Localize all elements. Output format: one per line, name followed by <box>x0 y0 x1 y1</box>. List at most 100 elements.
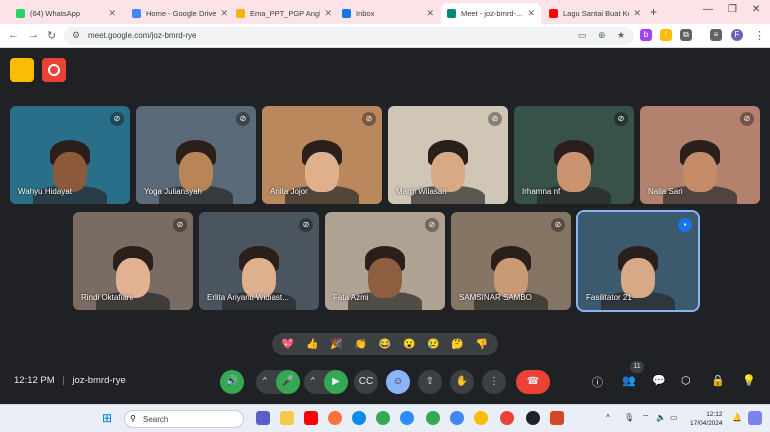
close-icon[interactable]: ✕ <box>633 8 641 19</box>
maximize-icon[interactable]: ❐ <box>728 4 737 15</box>
people-icon[interactable]: 👥 <box>622 374 636 387</box>
close-window-icon[interactable]: ✕ <box>752 4 760 15</box>
copilot-icon[interactable] <box>748 411 762 425</box>
taskbar-clock[interactable]: 12:12 17/04/2024 <box>690 410 723 428</box>
extensions-puzzle-icon[interactable]: ⧉ <box>680 29 692 41</box>
mail-icon <box>342 9 351 18</box>
participant-face <box>621 258 655 298</box>
reaction-sad[interactable]: 😢 <box>427 339 439 350</box>
chrome-profile-icon[interactable] <box>450 411 464 425</box>
tab-title: Lagu Santai Buat Ke... <box>563 9 629 18</box>
chat-icon[interactable]: 💬 <box>652 374 666 387</box>
participant-tile[interactable]: Anita Jojor ⊘ <box>262 106 382 204</box>
reaction-thinking[interactable]: 🤔 <box>451 339 463 350</box>
powerpoint-icon[interactable] <box>550 411 564 425</box>
windows-start-icon[interactable]: ⊞ <box>102 411 112 425</box>
participant-tile[interactable]: Fasilitator 21 ▪ <box>576 210 700 312</box>
captions-button[interactable]: CC <box>354 370 378 394</box>
close-icon[interactable]: ✕ <box>324 8 332 19</box>
chevron-up-icon[interactable]: ^ <box>263 376 267 385</box>
chevron-up-icon[interactable]: ^ <box>311 376 315 385</box>
activities-icon[interactable]: ⬡ <box>681 374 691 387</box>
notification-bell-icon[interactable]: 🔔 <box>732 413 742 422</box>
reaction-surprised[interactable]: 😮 <box>403 339 415 350</box>
battery-icon[interactable]: ▭ <box>670 413 678 422</box>
host-controls-icon[interactable]: 🔒 <box>711 374 725 387</box>
close-icon[interactable]: ✕ <box>108 8 116 19</box>
reaction-clap[interactable]: 👏 <box>355 339 367 350</box>
participant-tile[interactable]: Fata Azmi ⊘ <box>325 212 445 310</box>
teams-icon[interactable] <box>256 411 270 425</box>
address-bar[interactable]: ⚙ meet.google.com/joz-bmrd-rye ▭ ⊕ ★ <box>64 27 634 45</box>
chrome-icon[interactable] <box>376 411 390 425</box>
extension-icon[interactable]: ! <box>660 29 672 41</box>
participant-tile[interactable]: Erlita Ariyanti Widiast... ⊘ <box>199 212 319 310</box>
participant-tile[interactable]: Margi Wilasari ⊘ <box>388 106 508 204</box>
close-icon[interactable]: ✕ <box>527 8 535 19</box>
participant-tile[interactable]: Rindi Oktafiani ⊘ <box>73 212 193 310</box>
recorder-icon[interactable] <box>526 411 540 425</box>
reading-list-icon[interactable]: ≡ <box>710 29 722 41</box>
tab-whatsapp[interactable]: (64) WhatsApp ✕ <box>10 3 122 24</box>
audio-output-button[interactable]: 🔊 <box>220 370 244 394</box>
reaction-party[interactable]: 🎉 <box>330 339 342 350</box>
tab-youtube[interactable]: Lagu Santai Buat Ke... ✕ <box>543 3 647 24</box>
raise-hand-button[interactable]: ✋ <box>450 370 474 394</box>
new-tab-icon[interactable]: + <box>650 5 657 19</box>
clock-time: 12:12 <box>706 411 723 418</box>
menu-icon[interactable]: ⋮ <box>754 29 765 42</box>
profile-avatar[interactable]: F <box>731 29 743 41</box>
mic-button[interactable]: 🎤 <box>276 370 300 394</box>
tab-google-drive[interactable]: Home - Google Drive ✕ <box>126 3 234 24</box>
chrome-profile-icon[interactable] <box>426 411 440 425</box>
reload-icon[interactable]: ↻ <box>47 29 56 42</box>
youtube-app-icon[interactable] <box>304 411 318 425</box>
tab-meet[interactable]: Meet - joz-bmrd-... ✕ <box>441 3 541 24</box>
more-options-button[interactable]: ⋮ <box>482 370 506 394</box>
tab-slides[interactable]: Ema_PPT_PGP Angka... ✕ <box>230 3 338 24</box>
tab-inbox[interactable]: Inbox ✕ <box>336 3 440 24</box>
info-icon[interactable]: ⓘ <box>592 374 603 390</box>
taskbar-search[interactable]: ⚲ Search <box>124 410 244 428</box>
edge-icon[interactable] <box>352 411 366 425</box>
participant-tile[interactable]: SAMSINAR SAMBO ⊘ <box>451 212 571 310</box>
meeting-code: joz-bmrd-rye <box>72 375 126 386</box>
reaction-thumbs-up[interactable]: 👍 <box>306 339 318 350</box>
volume-icon[interactable]: 🔈 <box>656 413 666 422</box>
reaction-laugh[interactable]: 😂 <box>379 339 391 350</box>
emoji-reaction-button[interactable]: ☺ <box>386 370 410 394</box>
reaction-thumbs-down[interactable]: 👎 <box>476 339 488 350</box>
back-icon[interactable]: ← <box>8 29 19 41</box>
file-explorer-icon[interactable] <box>280 411 294 425</box>
captions-off-icon[interactable] <box>10 58 34 82</box>
extension-icon[interactable]: b <box>640 29 652 41</box>
close-icon[interactable]: ✕ <box>220 8 228 19</box>
site-info-icon[interactable]: ⚙ <box>72 30 80 41</box>
camera-button[interactable]: ▶ <box>324 370 348 394</box>
bookmark-star-icon[interactable]: ★ <box>617 30 625 41</box>
zoom-icon[interactable]: ⊕ <box>598 30 606 41</box>
end-call-button[interactable]: ☎ <box>516 370 550 394</box>
minimize-icon[interactable]: — <box>703 4 713 15</box>
participant-tile[interactable]: Irhamna nf ⊘ <box>514 106 634 204</box>
microphone-tray-icon[interactable]: 🎙 <box>624 413 634 422</box>
participant-face <box>53 152 87 192</box>
participant-tile[interactable]: Naila Sari ⊘ <box>640 106 760 204</box>
chevron-up-icon[interactable]: ^ <box>606 413 610 422</box>
reaction-heart[interactable]: 💖 <box>282 339 294 350</box>
recording-icon[interactable] <box>42 58 66 82</box>
camera-icon[interactable]: ▭ <box>578 30 587 41</box>
present-button[interactable]: ⇧ <box>418 370 442 394</box>
participant-tile[interactable]: Wahyu Hidayat ⊘ <box>10 106 130 204</box>
wifi-icon[interactable]: ⌔ <box>642 413 650 423</box>
lightbulb-icon[interactable]: 💡 <box>742 374 756 387</box>
mic-muted-icon: ⊘ <box>236 112 250 126</box>
forward-icon[interactable]: → <box>28 29 39 41</box>
close-icon[interactable]: ✕ <box>426 8 434 19</box>
zoom-app-icon[interactable] <box>400 411 414 425</box>
firefox-icon[interactable] <box>328 411 342 425</box>
chrome-profile-icon[interactable] <box>474 411 488 425</box>
mic-group: ^ 🎤 <box>256 370 300 394</box>
chrome-active-icon[interactable] <box>500 411 514 425</box>
participant-tile[interactable]: Yoga Juliansyah ⊘ <box>136 106 256 204</box>
